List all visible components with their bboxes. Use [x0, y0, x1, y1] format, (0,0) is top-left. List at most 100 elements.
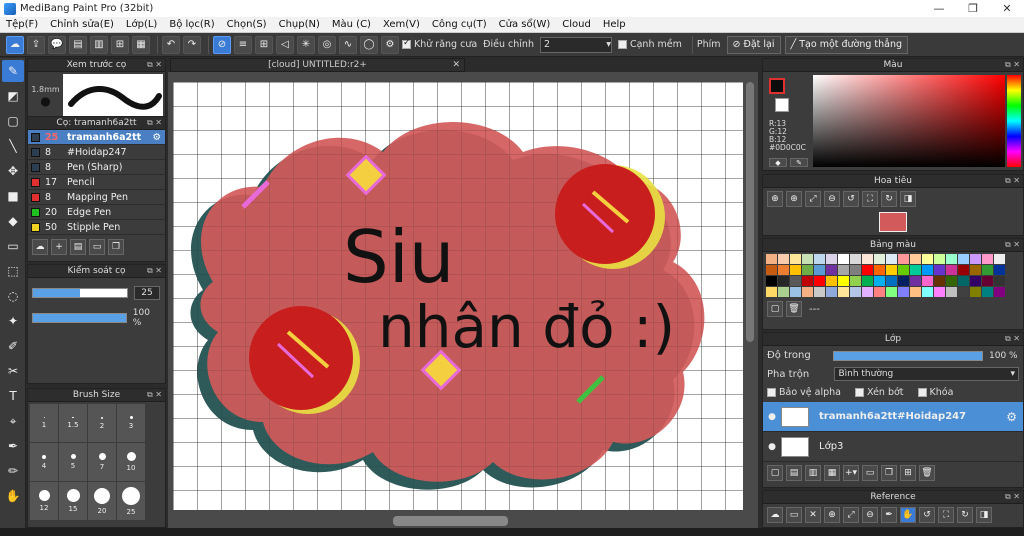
panel-float-icon[interactable]: ⧉ ✕	[147, 118, 162, 128]
menu-help[interactable]: Help	[597, 19, 632, 30]
snap-cross-icon[interactable]: ⊞	[255, 35, 273, 54]
visibility-icon[interactable]: ●	[763, 412, 781, 422]
palette-swatch[interactable]	[826, 254, 837, 264]
new-1bit-layer-icon[interactable]: ▦	[824, 465, 840, 481]
menu-edit[interactable]: Chỉnh sửa(E)	[44, 19, 120, 30]
palette-swatch[interactable]	[958, 254, 969, 264]
palette-swatch[interactable]	[922, 265, 933, 275]
color-picker-icon[interactable]: ✎	[790, 158, 808, 167]
palette-swatch[interactable]	[838, 287, 849, 297]
snap-vanish-icon[interactable]: ◁	[276, 35, 294, 54]
palette-swatch[interactable]	[934, 276, 945, 286]
divide-tool-icon[interactable]: ⌖	[2, 410, 24, 432]
palette-swatch[interactable]	[922, 287, 933, 297]
pen-tool-icon[interactable]: ✏	[2, 460, 24, 482]
panel-float-icon[interactable]: ⧉ ✕	[1005, 176, 1020, 186]
background-color-swatch[interactable]	[775, 98, 789, 112]
menu-snap[interactable]: Chụp(N)	[273, 19, 326, 30]
snap-parallel-icon[interactable]: ≡	[234, 35, 252, 54]
close-tab-icon[interactable]: ✕	[452, 60, 460, 70]
palette-swatch[interactable]	[970, 254, 981, 264]
palette-swatch[interactable]	[838, 276, 849, 286]
zoom-in-alt-icon[interactable]: ⊕	[786, 191, 802, 207]
brush-item[interactable]: 50 Stipple Pen	[28, 220, 165, 235]
settings-gear-icon[interactable]: ⚙	[381, 35, 399, 54]
protect-alpha-checkbox[interactable]: Bảo vệ alpha	[767, 387, 841, 398]
palette-swatch[interactable]	[766, 265, 777, 275]
new-layer-icon[interactable]: ▢	[767, 465, 783, 481]
snap-off-icon[interactable]: ⊘	[213, 35, 231, 54]
redo-icon[interactable]: ↷	[183, 35, 201, 54]
panel-float-icon[interactable]: ⧉ ✕	[1005, 492, 1020, 502]
palette-swatch[interactable]	[790, 276, 801, 286]
palette-swatch[interactable]	[790, 287, 801, 297]
gear-icon[interactable]: ⚙	[1006, 410, 1017, 424]
brush-size-cell[interactable]: 1.5	[59, 404, 87, 442]
menu-tools[interactable]: Công cụ(T)	[426, 19, 493, 30]
palette-swatch[interactable]	[946, 276, 957, 286]
clipping-checkbox[interactable]: Xén bớt	[855, 387, 904, 398]
palette-swatch[interactable]	[934, 254, 945, 264]
horizontal-scrollbar[interactable]	[393, 516, 508, 526]
palette-swatch[interactable]	[850, 276, 861, 286]
palette-swatch[interactable]	[778, 287, 789, 297]
move-tool-icon[interactable]: ✥	[2, 160, 24, 182]
palette-swatch[interactable]	[898, 287, 909, 297]
palette-swatch[interactable]	[970, 287, 981, 297]
palette-swatch[interactable]	[982, 265, 993, 275]
palette-swatch[interactable]	[994, 287, 1005, 297]
brush-add-cloud-icon[interactable]: ☁	[32, 239, 48, 255]
palette-swatch[interactable]	[910, 254, 921, 264]
panel-float-icon[interactable]: ⧉ ✕	[1005, 60, 1020, 70]
palette-swatch[interactable]	[934, 287, 945, 297]
close-reference-icon[interactable]: ✕	[805, 507, 821, 523]
palette-swatch[interactable]	[766, 276, 777, 286]
panel-float-icon[interactable]: ⧉ ✕	[1005, 334, 1020, 344]
eyedropper-tool-icon[interactable]: ✒	[2, 435, 24, 457]
fit-icon[interactable]: ⤢	[843, 507, 859, 523]
rotate-right-icon[interactable]: ↻	[957, 507, 973, 523]
palette-swatch[interactable]	[958, 265, 969, 275]
page-icon[interactable]: ▤	[69, 35, 87, 54]
menu-filter[interactable]: Bộ lọc(R)	[163, 19, 220, 30]
brush-item[interactable]: 17 Pencil	[28, 175, 165, 190]
brush-item[interactable]: 8 #Hoidap247	[28, 145, 165, 160]
canvas-area[interactable]: Siu nhân đỏ :)	[168, 72, 758, 528]
flip-icon[interactable]: ◨	[900, 191, 916, 207]
brush-size-cell[interactable]: 15	[59, 482, 87, 520]
palette-swatch[interactable]	[910, 265, 921, 275]
brush-size-cell[interactable]: 25	[117, 482, 145, 520]
hand-tool-icon[interactable]: ✋	[2, 485, 24, 507]
palette-swatch[interactable]	[874, 276, 885, 286]
palette-swatch[interactable]	[826, 287, 837, 297]
palette-swatch[interactable]	[826, 276, 837, 286]
palette-swatch[interactable]	[814, 265, 825, 275]
palette-swatch[interactable]	[970, 265, 981, 275]
layer-row[interactable]: ● Lớp3	[763, 432, 1023, 462]
new-8bit-layer-icon[interactable]: ▥	[805, 465, 821, 481]
grid-icon[interactable]: ⊞	[111, 35, 129, 54]
rectangle-tool-icon[interactable]: ▢	[2, 110, 24, 132]
palette-swatch[interactable]	[994, 254, 1005, 264]
palette-swatch[interactable]	[862, 287, 873, 297]
reset-button[interactable]: ⊘ Đặt lại	[726, 35, 781, 54]
maximize-icon[interactable]: ❐	[956, 0, 990, 17]
eraser-tool-icon[interactable]: ◩	[2, 85, 24, 107]
adjust-select[interactable]: 2 ▾	[539, 36, 612, 53]
palette-swatch[interactable]	[946, 254, 957, 264]
palette-swatch[interactable]	[862, 276, 873, 286]
palette-swatch[interactable]	[982, 287, 993, 297]
gradient-tool-icon[interactable]: ▭	[2, 235, 24, 257]
fill-rect-tool-icon[interactable]: ■	[2, 185, 24, 207]
palette-swatch[interactable]	[826, 265, 837, 275]
add-layer-dropdown-icon[interactable]: +▾	[843, 465, 859, 481]
palette-swatch[interactable]	[886, 276, 897, 286]
palette-swatch[interactable]	[886, 254, 897, 264]
menu-view[interactable]: Xem(V)	[377, 19, 426, 30]
zoom-out-icon[interactable]: ⊖	[862, 507, 878, 523]
minimize-icon[interactable]: —	[922, 0, 956, 17]
palette-swatch[interactable]	[946, 287, 957, 297]
soft-edge-checkbox[interactable]: Cạnh mềm	[617, 39, 682, 50]
merge-layer-icon[interactable]: ⊞	[900, 465, 916, 481]
cloud-upload-icon[interactable]: ☁	[767, 507, 783, 523]
